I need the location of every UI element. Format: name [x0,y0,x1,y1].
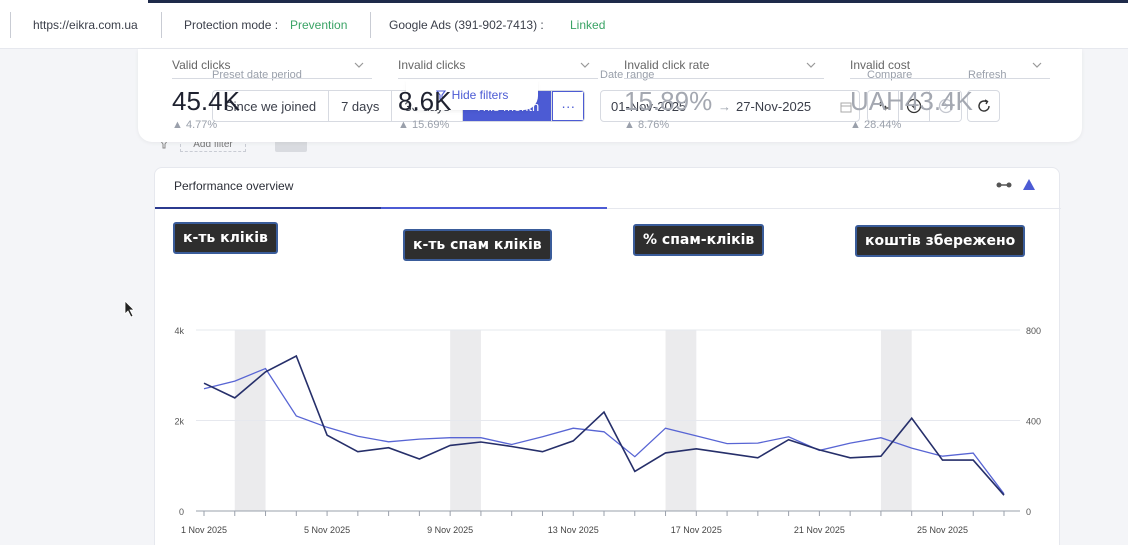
y-left-tick-label: 0 [179,507,184,517]
y-right-tick-label: 0 [1026,507,1031,517]
annotation-tooltip: к-ть спам кліків [403,229,552,261]
annotation-tooltip: % спам-кліків [633,224,765,256]
google-ads-label: Google Ads (391-902-7413) : [389,18,544,32]
mouse-cursor-icon [124,300,135,318]
divider [370,12,371,38]
metric-name: Invalid cost [850,58,1050,79]
tab-indicator-dark [155,207,381,209]
y-right-tick-label: 400 [1026,417,1041,427]
annotation-tooltip: к-ть кліків [173,222,278,254]
metric-value: UAH43.4K [850,86,973,116]
x-tick-label: 25 Nov 2025 [917,525,968,535]
metric-name: Invalid clicks [398,58,598,79]
metric-name: Invalid click rate [624,58,824,79]
protection-mode-label: Protection mode : [184,18,279,32]
y-right-tick-label: 800 [1026,326,1041,336]
x-tick-label: 1 Nov 2025 [181,525,227,535]
up-arrow-icon: ▲ [172,119,186,131]
metric-delta: ▲ 15.69% [398,119,598,131]
triangle-up-icon[interactable] [1023,179,1035,190]
chevron-down-icon[interactable] [354,62,364,68]
divider [10,12,11,38]
chevron-down-icon[interactable] [580,62,590,68]
metric-delta: ▲ 8.76% [624,119,824,131]
metric-delta-value: 28.44% [863,119,902,131]
metric-delta: ▲ 4.77% [172,119,372,131]
x-tick-label: 9 Nov 2025 [427,525,473,535]
metric-value: 45.4K [172,86,240,116]
up-arrow-icon: ▲ [398,119,412,131]
x-tick-label: 21 Nov 2025 [794,525,845,535]
card-title: Performance overview [174,179,294,193]
slider-settings-icon[interactable] [996,181,1012,189]
site-url[interactable]: https://eikra.com.ua [33,18,138,32]
metric-invalid-click-rate[interactable]: Invalid click rate 15.89% ▲ 8.76% [624,58,824,131]
annotation-tooltip: коштів збережено [855,225,1026,257]
metric-delta-value: 4.77% [185,119,218,131]
x-tick-label: 17 Nov 2025 [671,525,722,535]
x-tick-label: 5 Nov 2025 [304,525,350,535]
y-left-tick-label: 2k [174,417,184,427]
metric-delta-value: 15.69% [411,119,450,131]
chevron-down-icon[interactable] [1032,62,1042,68]
y-left-tick-label: 4k [174,326,184,336]
up-arrow-icon: ▲ [850,119,864,131]
x-tick-label: 13 Nov 2025 [548,525,599,535]
divider [161,12,162,38]
protection-mode-value[interactable]: Prevention [290,18,347,32]
top-accent-bar [148,0,1128,3]
performance-chart: 0 0 2k 400 4k 800 1 Nov 2025 5 Nov 2025 9 Nov 20… [174,326,1041,535]
metric-invalid-cost[interactable]: Invalid cost UAH43.4K ▲ 28.44% [850,58,1050,131]
metric-valid-clicks[interactable]: Valid clicks 45.4K ▲ 4.77% [172,58,372,131]
metric-delta-value: 8.76% [637,119,670,131]
metric-invalid-clicks[interactable]: Invalid clicks 8.6K ▲ 15.69% [398,58,598,131]
top-bar: https://eikra.com.ua Protection mode : P… [0,0,1128,49]
metric-name: Valid clicks [172,58,372,79]
google-ads-status[interactable]: Linked [570,18,605,32]
metric-value: 8.6K [398,86,452,116]
metric-delta: ▲ 28.44% [850,119,1050,131]
up-arrow-icon: ▲ [624,119,638,131]
chevron-down-icon[interactable] [806,62,816,68]
metric-value: 15.89% [624,86,713,116]
